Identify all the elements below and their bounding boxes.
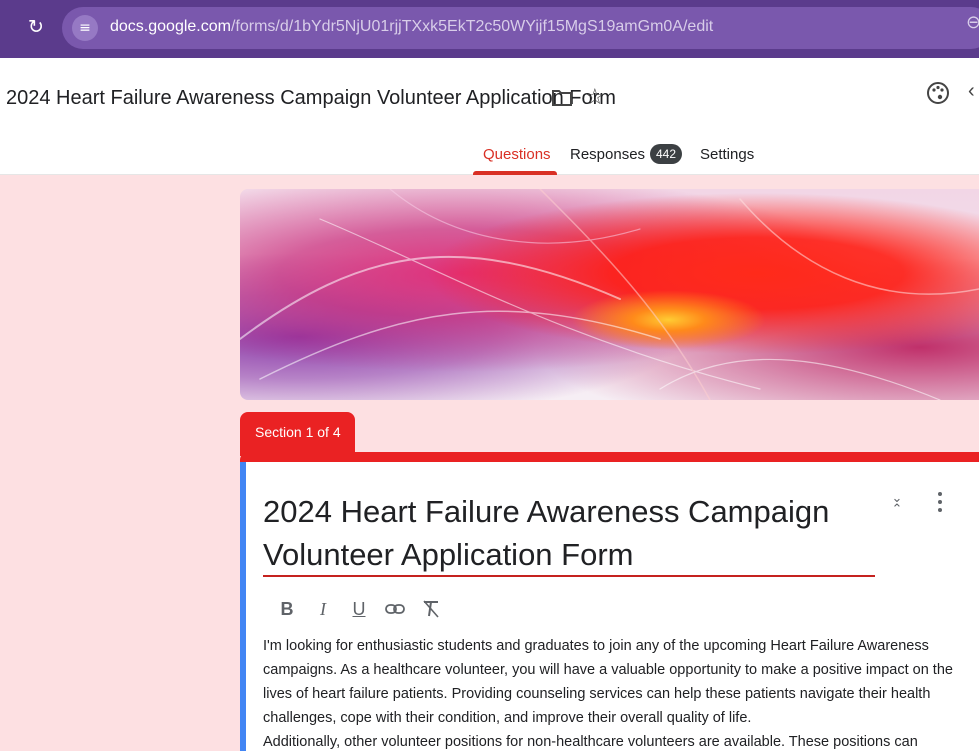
url-path: /forms/d/1bYdr5NjU01rjjTXxk5EkT2c50WYijf… xyxy=(230,18,714,35)
underline-button[interactable]: U xyxy=(348,596,370,622)
title-underline xyxy=(263,575,875,577)
address-bar[interactable]: ≡ docs.google.com/forms/d/1bYdr5NjU01rjj… xyxy=(62,7,979,49)
banner-ink-strokes xyxy=(240,189,979,400)
star-icon[interactable]: ☆ xyxy=(585,84,605,110)
zoom-icon[interactable]: ⊖ xyxy=(966,12,979,33)
tab-questions-underline xyxy=(473,171,557,175)
reload-icon[interactable]: ↻ xyxy=(22,14,50,42)
section-indicator: Section 1 of 4 xyxy=(240,412,355,456)
responses-count-badge: 442 xyxy=(650,144,683,164)
description-paragraph: I'm looking for enthusiastic students an… xyxy=(263,638,953,726)
form-tabs: Questions Responses 442 Settings xyxy=(0,138,979,175)
tab-settings[interactable]: Settings xyxy=(700,146,754,163)
collapse-icon[interactable]: ⌄ ⌃ xyxy=(890,491,904,515)
link-icon[interactable] xyxy=(384,596,406,622)
description-paragraph: Additionally, other volunteer positions … xyxy=(263,734,918,750)
form-header-card[interactable]: 2024 Heart Failure Awareness Campaign Vo… xyxy=(240,452,979,751)
document-title[interactable]: 2024 Heart Failure Awareness Campaign Vo… xyxy=(6,87,616,110)
form-description[interactable]: I'm looking for enthusiastic students an… xyxy=(263,634,963,751)
tab-responses[interactable]: Responses xyxy=(570,146,645,163)
folder-icon[interactable] xyxy=(551,88,573,108)
header-banner-image xyxy=(240,189,979,400)
italic-button[interactable]: I xyxy=(312,596,334,622)
tab-questions[interactable]: Questions xyxy=(483,146,551,163)
more-vert-icon[interactable] xyxy=(936,492,944,514)
url-text[interactable]: docs.google.com/forms/d/1bYdr5NjU01rjjTX… xyxy=(110,18,713,36)
clear-format-icon[interactable] xyxy=(420,596,442,622)
palette-icon[interactable] xyxy=(925,80,951,106)
url-host: docs.google.com xyxy=(110,18,231,35)
preview-icon[interactable]: ‹ xyxy=(968,80,975,103)
forms-header: 2024 Heart Failure Awareness Campaign Vo… xyxy=(0,58,979,175)
browser-toolbar: ↻ ≡ docs.google.com/forms/d/1bYdr5NjU01r… xyxy=(0,0,979,58)
form-title-input[interactable]: 2024 Heart Failure Awareness Campaign Vo… xyxy=(263,490,875,576)
bold-button[interactable]: B xyxy=(276,596,298,622)
active-card-indicator xyxy=(240,462,246,751)
site-settings-icon[interactable]: ≡ xyxy=(72,15,98,41)
